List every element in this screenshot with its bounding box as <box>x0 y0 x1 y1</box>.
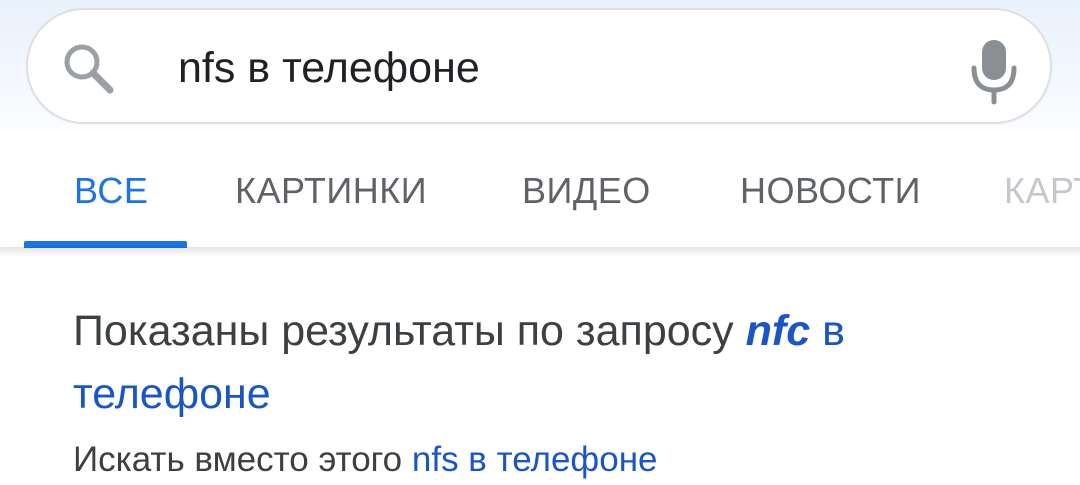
search-icon[interactable] <box>58 38 118 98</box>
search-instead-line: Искать вместо этого nfs в телефоне <box>73 438 1033 482</box>
search-results-page: ВСЕ КАРТИНКИ ВИДЕО НОВОСТИ КАРТЫ Показан… <box>0 0 1080 485</box>
tab-all[interactable]: ВСЕ <box>74 170 148 212</box>
tabs-divider <box>0 247 1080 257</box>
search-bar[interactable] <box>26 8 1052 124</box>
tab-video[interactable]: ВИДЕО <box>522 170 651 212</box>
original-query-link[interactable]: nfs в телефоне <box>412 440 658 479</box>
search-tabs: ВСЕ КАРТИНКИ ВИДЕО НОВОСТИ КАРТЫ <box>0 130 1080 248</box>
search-input[interactable] <box>178 40 958 96</box>
showing-results-line: Показаны результаты по запросу nfc в тел… <box>73 300 1033 426</box>
search-instead-prefix: Искать вместо этого <box>73 440 403 479</box>
tab-overflow-clip: КАРТЫ <box>1000 130 1080 248</box>
tab-news[interactable]: НОВОСТИ <box>740 170 921 212</box>
tab-images[interactable]: КАРТИНКИ <box>235 170 427 212</box>
spelling-correction-notice: Показаны результаты по запросу nfc в тел… <box>73 300 1033 482</box>
tab-maps[interactable]: КАРТЫ <box>1004 170 1080 212</box>
mic-icon[interactable] <box>968 36 1020 106</box>
corrected-term: nfc <box>745 307 811 355</box>
showing-results-prefix: Показаны результаты по запросу <box>73 307 734 355</box>
